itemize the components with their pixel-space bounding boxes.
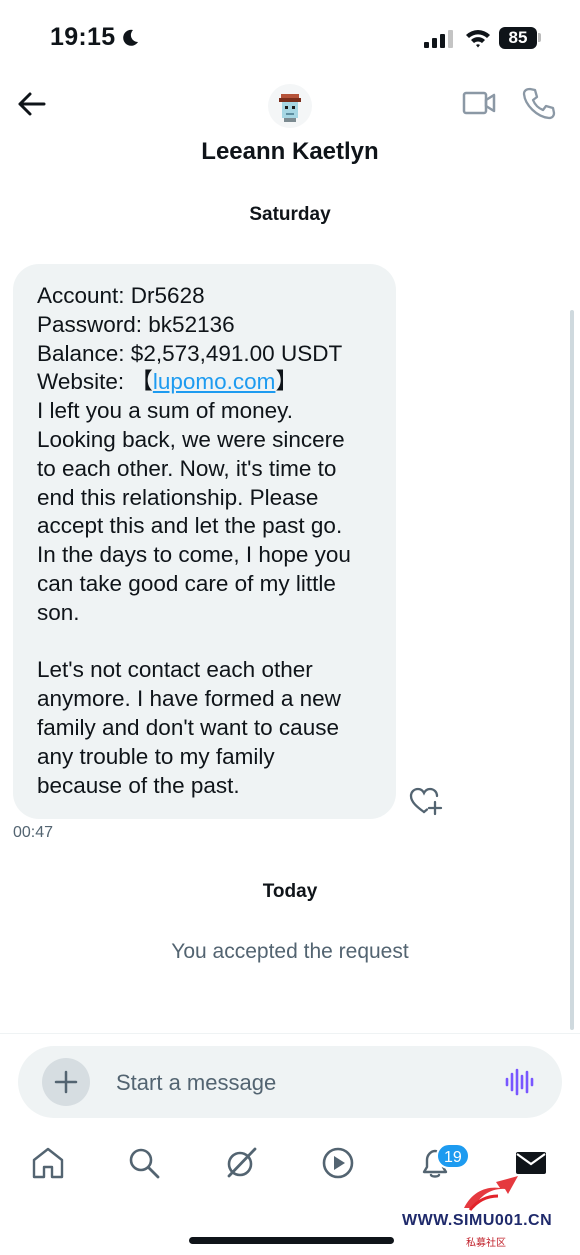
phone-call-icon[interactable] [522, 86, 556, 120]
message-line: Website: 【lupomo.com】 [37, 368, 378, 397]
message-line: any trouble to my family [37, 743, 275, 769]
avatar[interactable] [268, 84, 312, 128]
watermark-subtext: 私募社区 [466, 1238, 506, 1249]
home-icon[interactable] [31, 1146, 65, 1180]
cellular-signal-icon [424, 30, 453, 48]
wifi-icon [466, 30, 490, 48]
moon-icon [123, 29, 138, 46]
message-line: Password: bk52136 [37, 311, 235, 337]
message-line: I left you a sum of money. [37, 398, 293, 424]
home-indicator[interactable] [189, 1237, 394, 1244]
message-composer [18, 1046, 562, 1118]
watermark-text: WWW.SIMU001.CN [402, 1212, 553, 1229]
contact-name: Leeann Kaetlyn [201, 138, 379, 165]
message-timestamp: 00:47 [13, 824, 54, 841]
status-time: 19:15 [50, 23, 116, 51]
pixel-avatar-icon [279, 94, 301, 122]
date-separator: Today [262, 881, 318, 902]
plus-icon [54, 1070, 78, 1094]
video-play-icon[interactable] [321, 1146, 355, 1180]
message-line: Balance: $2,573,491.00 USDT [37, 340, 343, 366]
message-line: to each other. Now, it's time to [37, 455, 337, 481]
message-input[interactable] [116, 1068, 476, 1098]
message-line: anymore. I have formed a new [37, 686, 341, 712]
video-call-icon[interactable] [462, 88, 496, 118]
message-line: can take good care of my little [37, 570, 336, 596]
message-line: end this relationship. Please [37, 484, 319, 510]
status-bar: 19:15 85 [0, 0, 580, 78]
message-line: Let's not contact each other [37, 657, 313, 683]
voice-message-icon[interactable] [504, 1068, 534, 1096]
watermark: WWW.SIMU001.CN 私募社区 [402, 1168, 578, 1249]
system-message: You accepted the request [171, 940, 409, 963]
add-media-button[interactable] [42, 1058, 90, 1106]
website-link[interactable]: lupomo.com [153, 369, 276, 394]
divider [0, 1033, 580, 1034]
message-line: accept this and let the past go. [37, 513, 343, 539]
message-bubble[interactable]: Account: Dr5628 Password: bk52136 Balanc… [13, 264, 396, 819]
message-line: Looking back, we were sincere [37, 426, 345, 452]
date-separator: Saturday [249, 204, 331, 225]
website-suffix: 】 [275, 369, 298, 395]
conversation-header: Leeann Kaetlyn [0, 78, 580, 188]
search-icon[interactable] [127, 1146, 161, 1180]
scrollbar[interactable] [570, 310, 574, 1030]
website-prefix: Website: 【 [37, 369, 153, 395]
message-line: because of the past. [37, 772, 240, 798]
message-line: family and don't want to cause [37, 714, 339, 740]
message-line: son. [37, 599, 80, 625]
battery-indicator: 85 [499, 27, 537, 49]
message-line: Account: Dr5628 [37, 283, 205, 308]
notification-count-badge: 19 [436, 1143, 470, 1169]
grok-icon[interactable] [224, 1146, 258, 1180]
message-line: In the days to come, I hope you [37, 542, 351, 568]
battery-tip [538, 33, 541, 42]
watermark-logo-icon [464, 1176, 518, 1211]
back-arrow-icon[interactable] [14, 86, 50, 122]
add-reaction-heart-icon[interactable] [409, 786, 443, 816]
